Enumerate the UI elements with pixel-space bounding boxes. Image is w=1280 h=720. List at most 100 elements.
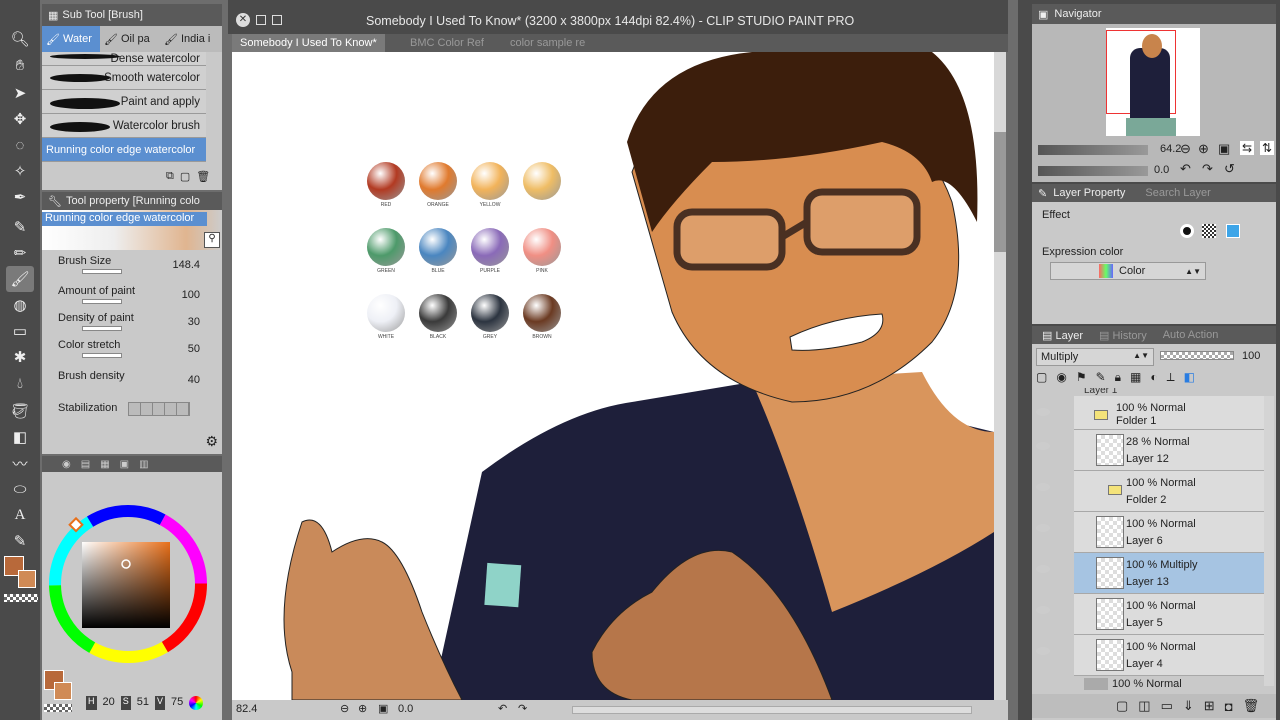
vertical-scrollbar[interactable] xyxy=(994,52,1006,700)
tone-effect-icon[interactable] xyxy=(1202,224,1216,238)
tab-watercolor[interactable]: 🖌︎ Water xyxy=(42,26,100,52)
new-vector-layer-icon[interactable]: ◫ xyxy=(1138,698,1150,714)
delete-layer-icon[interactable]: 🗑︎ xyxy=(1243,698,1260,714)
layer-row[interactable]: 28 % Normal Layer 12 xyxy=(1036,430,1264,471)
history-tab[interactable]: ▤ History xyxy=(1099,329,1147,342)
reset-rotate-icon[interactable]: ↺ xyxy=(1224,161,1235,177)
fit-screen-icon[interactable]: ▣ xyxy=(1218,141,1230,157)
decoration-icon[interactable]: ✱ xyxy=(6,344,34,370)
brush-size-slider[interactable] xyxy=(82,269,122,274)
figure-tool-icon[interactable]: 〰 xyxy=(6,450,34,476)
auto-action-tab[interactable]: Auto Action xyxy=(1163,329,1219,341)
airbrush-icon[interactable]: ◍ xyxy=(6,292,34,318)
move-tool-icon[interactable]: ✥ xyxy=(6,106,34,132)
doc-tab-active[interactable]: Somebody I Used To Know* xyxy=(232,34,385,52)
reference-icon[interactable]: ⚑ xyxy=(1076,370,1087,388)
prop-value[interactable]: 50 xyxy=(188,343,200,355)
history-tab-icon[interactable]: ▣ xyxy=(120,459,129,470)
layer-color-icon[interactable] xyxy=(1226,224,1240,238)
operation-tool-icon[interactable]: ➤ xyxy=(6,80,34,106)
visibility-eye-icon[interactable] xyxy=(1036,442,1050,450)
vertical-scroll-thumb[interactable] xyxy=(994,132,1006,252)
combine-icon[interactable]: ⊞ xyxy=(1204,698,1215,714)
search-layer-tab[interactable]: Search Layer xyxy=(1145,187,1210,199)
transparent-color-swatch[interactable] xyxy=(4,594,38,602)
clip-icon[interactable]: ◉ xyxy=(1056,370,1066,388)
visibility-eye-icon[interactable] xyxy=(1036,565,1050,573)
text-tool-icon[interactable]: A xyxy=(6,502,34,528)
zoom-slider[interactable] xyxy=(1038,145,1148,155)
zoom-out-icon[interactable]: ⊖ xyxy=(1180,141,1191,157)
rotate-slider[interactable] xyxy=(1038,166,1148,176)
ruler-icon[interactable]: ⟂ xyxy=(1167,370,1175,388)
layer-folder-row[interactable]: 100 % Normal Folder 1 xyxy=(1036,396,1264,430)
trash-icon[interactable]: 🗑︎ xyxy=(196,170,210,183)
layer-folder-row[interactable]: 100 % Normal Folder 2 xyxy=(1036,471,1264,512)
zoom-tool-icon[interactable]: 🔍︎ xyxy=(6,26,34,52)
horizontal-scrollbar[interactable] xyxy=(572,706,972,714)
visibility-eye-icon[interactable] xyxy=(1036,606,1050,614)
layer-row[interactable]: 100 % Normal Layer 4 xyxy=(1036,635,1264,676)
stretch-slider[interactable] xyxy=(82,353,122,358)
visibility-eye-icon[interactable] xyxy=(1036,483,1050,491)
frame-tool-icon[interactable]: ⬭ xyxy=(6,476,34,502)
color-mode-icon[interactable] xyxy=(189,696,204,710)
maximize-icon[interactable] xyxy=(272,15,282,25)
doc-tab-2[interactable]: BMC Color Ref xyxy=(402,34,492,52)
prop-value[interactable]: 100 xyxy=(182,289,200,301)
zoom-readout[interactable]: 82.4 xyxy=(236,703,257,715)
border-effect-icon[interactable] xyxy=(1180,224,1194,238)
hand-tool-icon[interactable]: ✋︎ xyxy=(6,52,34,78)
layer-tab[interactable]: ▤ Layer xyxy=(1042,329,1083,342)
panel-transparent[interactable] xyxy=(44,704,72,712)
tab-india-ink[interactable]: 🖌︎ India i xyxy=(160,26,220,52)
stabilization-row[interactable]: Stabilization xyxy=(42,395,222,422)
copy-icon[interactable]: ⧉ xyxy=(166,170,174,183)
blend-tool-icon[interactable]: 💧︎ xyxy=(6,370,34,396)
layer-property-title[interactable]: Layer Property xyxy=(1053,187,1125,199)
color-slider-tab-icon[interactable]: ▤ xyxy=(81,459,90,470)
layer-partial-bottom[interactable]: 100 % Normal xyxy=(1084,678,1274,692)
amount-slider[interactable] xyxy=(82,299,122,304)
rotate-ccw-icon[interactable]: ↶ xyxy=(1180,161,1191,177)
canvas[interactable]: RED ORANGE YELLOW GREEN BLUE PURPLE PINK WHITE B… xyxy=(232,52,994,700)
visibility-eye-icon[interactable] xyxy=(1036,524,1050,532)
approx-tab-icon[interactable]: ▥ xyxy=(139,459,148,470)
layer-row[interactable]: 100 % Normal Layer 5 xyxy=(1036,594,1264,635)
color-wheel[interactable] xyxy=(48,504,208,664)
brush-item[interactable]: Dense watercolor xyxy=(42,52,206,66)
brush-item[interactable]: Paint and apply xyxy=(42,90,206,114)
opacity-slider[interactable] xyxy=(1160,351,1234,360)
doc-tab-3[interactable]: color sample re xyxy=(502,34,593,52)
layer-partial-top[interactable]: Layer 1 xyxy=(1084,388,1117,396)
brush-item[interactable]: Smooth watercolor xyxy=(42,66,206,90)
angle-readout[interactable]: 0.0 xyxy=(398,703,413,715)
prop-value[interactable]: 40 xyxy=(188,374,200,386)
mask-icon[interactable]: ◐ xyxy=(1150,370,1157,388)
rotate-left-icon[interactable]: ↶ xyxy=(498,702,507,715)
layer-scrollbar[interactable] xyxy=(1264,396,1274,686)
new-icon[interactable]: ▢ xyxy=(180,170,190,183)
fill-tool-icon[interactable]: 🪣︎ xyxy=(6,398,34,424)
flip-horizontal-icon[interactable]: ⇆ xyxy=(1240,141,1255,155)
rotate-cw-icon[interactable]: ↷ xyxy=(1202,161,1213,177)
settings-icon[interactable]: ⚙ xyxy=(205,433,218,450)
magnify-icon[interactable]: ⚲ xyxy=(204,232,220,248)
stretch-row[interactable]: Color stretch 50 xyxy=(42,336,222,363)
flip-vertical-icon[interactable]: ⇅ xyxy=(1260,141,1275,155)
navigator-preview[interactable] xyxy=(1106,28,1200,136)
draft-icon[interactable]: ✎ xyxy=(1096,370,1106,388)
prop-value[interactable]: 148.4 xyxy=(172,259,200,271)
visibility-eye-icon[interactable] xyxy=(1036,647,1050,655)
rotate-right-icon[interactable]: ↷ xyxy=(518,702,527,715)
layer-color-icon[interactable]: ◧ xyxy=(1184,370,1195,388)
brush-tool-icon[interactable]: 🖌︎ xyxy=(6,266,34,292)
density-slider[interactable] xyxy=(82,326,122,331)
sub-color-swatch[interactable] xyxy=(18,570,36,588)
navigator-zoom[interactable]: 64.2 xyxy=(1160,143,1181,155)
density-row[interactable]: Density of paint 30 xyxy=(42,309,222,336)
opacity-value[interactable]: 100 xyxy=(1242,350,1260,362)
layer-row[interactable]: 100 % Multiply Layer 13 xyxy=(1036,553,1264,594)
visibility-eye-icon[interactable] xyxy=(1036,408,1050,416)
layer-color-swatch-icon[interactable]: ▢ xyxy=(1036,370,1047,388)
